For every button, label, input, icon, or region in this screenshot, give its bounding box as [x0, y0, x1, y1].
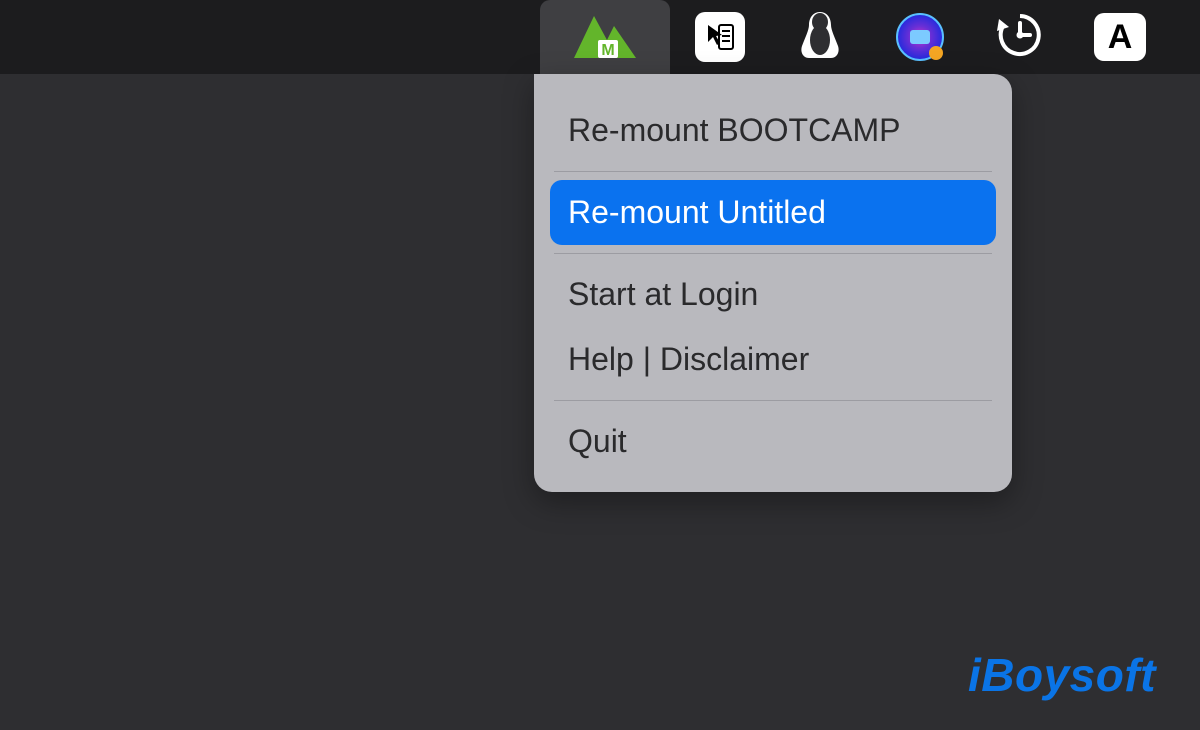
- input-source-a-icon: A: [1094, 13, 1146, 61]
- notification-badge-icon: [929, 46, 943, 60]
- menubar: M: [0, 0, 1200, 74]
- menu-separator: [554, 400, 992, 401]
- menubar-item-cursor-app[interactable]: [670, 0, 770, 74]
- menubar-item-timemachine[interactable]: [970, 0, 1070, 74]
- menu-item-start-at-login[interactable]: Start at Login: [550, 262, 996, 327]
- mounty-dropdown-menu: Re-mount BOOTCAMP Re-mount Untitled Star…: [534, 74, 1012, 492]
- menu-separator: [554, 253, 992, 254]
- watermark-text: iBoysoft: [968, 648, 1156, 702]
- menubar-item-input-a[interactable]: A: [1070, 0, 1170, 74]
- menu-item-help-disclaimer[interactable]: Help | Disclaimer: [550, 327, 996, 392]
- menu-item-remount-bootcamp[interactable]: Re-mount BOOTCAMP: [550, 98, 996, 163]
- swirl-icon: [896, 13, 944, 61]
- penguin-icon: [797, 10, 843, 65]
- menu-item-quit[interactable]: Quit: [550, 409, 996, 474]
- menu-separator: [554, 171, 992, 172]
- cursor-app-icon: [695, 12, 745, 62]
- menubar-item-mounty[interactable]: M: [540, 0, 670, 74]
- menu-item-remount-untitled[interactable]: Re-mount Untitled: [550, 180, 996, 245]
- menubar-item-penguin[interactable]: [770, 0, 870, 74]
- mounty-icon: M: [574, 12, 636, 63]
- menubar-item-swirl[interactable]: [870, 0, 970, 74]
- timemachine-icon: [995, 10, 1045, 65]
- svg-text:M: M: [601, 42, 614, 58]
